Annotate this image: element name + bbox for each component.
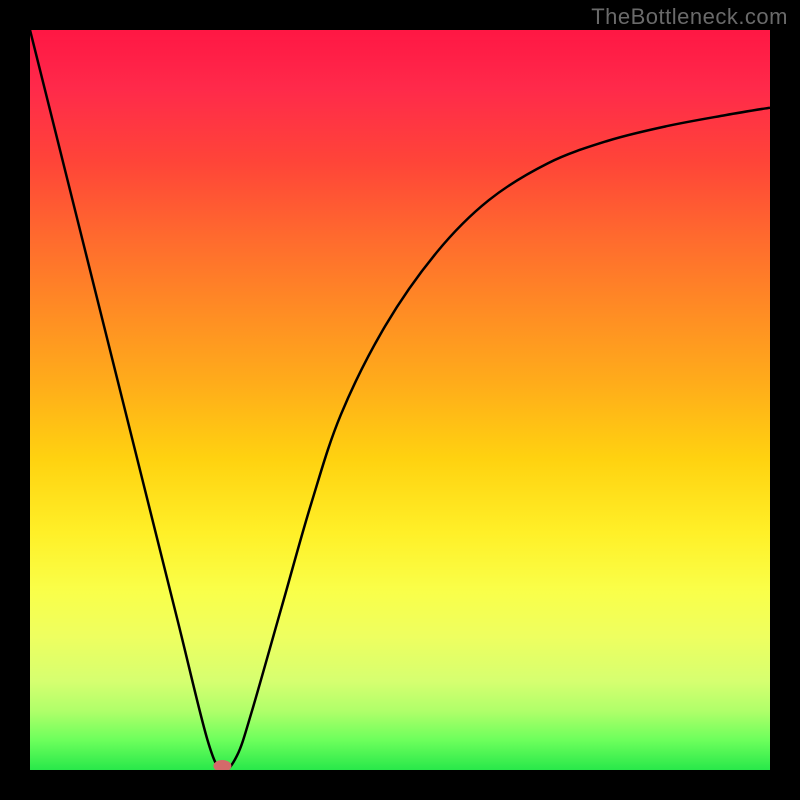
chart-container: { "watermark": "TheBottleneck.com", "cha… [0,0,800,800]
curve-line [30,30,770,770]
plot-area [30,30,770,770]
bottleneck-curve [30,30,770,770]
watermark-text: TheBottleneck.com [591,4,788,30]
